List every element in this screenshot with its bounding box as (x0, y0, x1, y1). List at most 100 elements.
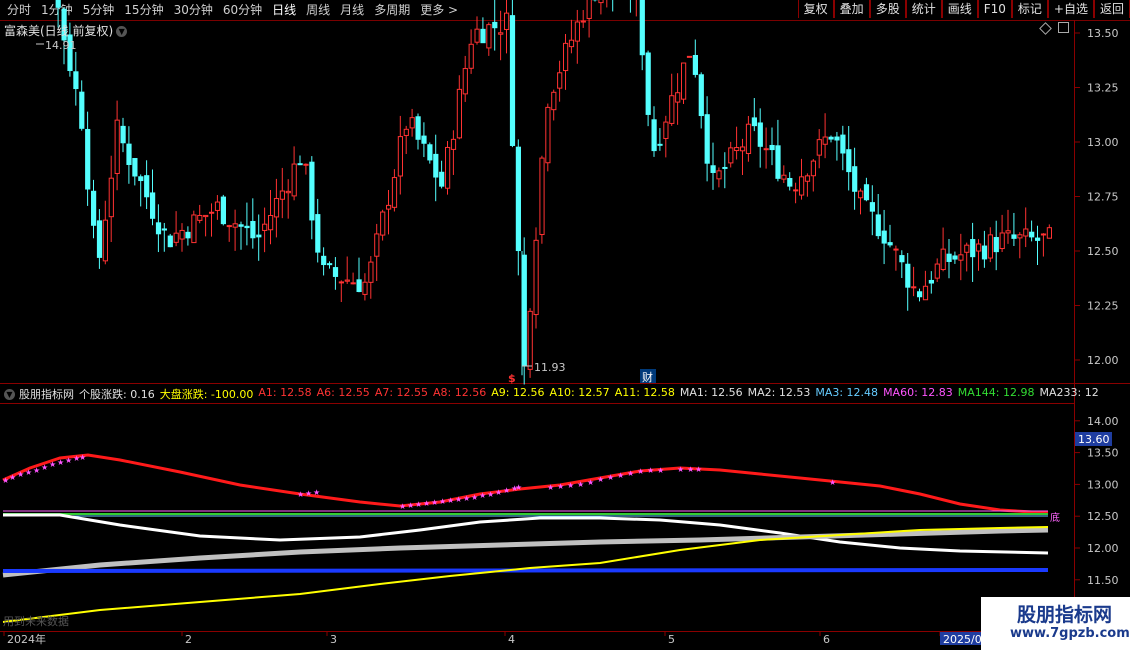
candle (716, 167, 722, 188)
star-marker: ★ (79, 453, 86, 462)
indicator-value-0: 个股涨跌: 0.16 (79, 388, 155, 401)
candle (934, 258, 940, 282)
star-marker: ★ (647, 466, 654, 475)
indicator-tick-4: 12.00 (1087, 542, 1119, 555)
star-marker: ★ (9, 473, 16, 482)
indicator-value-10: MA2: 12.53 (747, 386, 811, 399)
candle (946, 239, 952, 279)
date-tick-0: 2024年 (7, 632, 46, 646)
candle (120, 117, 126, 153)
candle (421, 122, 427, 158)
candle (539, 155, 545, 244)
indicator-value-7: A10: 12.57 (549, 386, 610, 399)
candle (386, 190, 392, 235)
chevron-down-icon[interactable]: ▼ (4, 388, 15, 400)
candle (144, 160, 150, 210)
bottom-note: 底 (1050, 511, 1060, 524)
star-marker: ★ (313, 488, 320, 497)
date-tick-3: 4 (508, 633, 515, 646)
indicator-tick-2: 13.00 (1087, 478, 1119, 491)
candle (976, 239, 982, 271)
candle (498, 10, 504, 61)
candle (568, 19, 575, 54)
candle (108, 155, 114, 243)
date-tick-4: 5 (668, 633, 675, 646)
indicator-name[interactable]: 股朋指标网 (19, 386, 74, 402)
candle (515, 139, 521, 276)
star-marker: ★ (487, 490, 494, 499)
candle (327, 261, 333, 269)
candle (338, 280, 344, 303)
star-marker: ★ (41, 463, 48, 472)
candle (639, 0, 645, 71)
indicator-tick-0: 14.00 (1087, 415, 1119, 428)
candle (905, 252, 911, 311)
candle (474, 16, 480, 45)
candle (161, 222, 168, 252)
candle (350, 272, 356, 285)
price-tick-10: 12.00 (1087, 354, 1119, 367)
candle (397, 115, 403, 195)
dividend-marker[interactable]: $ (508, 372, 516, 385)
candle (150, 169, 156, 226)
candle (297, 155, 303, 166)
candle (268, 190, 274, 245)
indicator-value-14: MA233: 12 (1039, 386, 1099, 399)
stock-name: 富森美(日线 前复权) (4, 24, 114, 38)
candle (840, 125, 846, 171)
candle (899, 250, 905, 278)
indicator-tick-5: 11.50 (1087, 574, 1119, 587)
star-marker: ★ (423, 499, 430, 508)
red-line (2, 453, 1049, 515)
candle (197, 204, 203, 224)
candle (203, 214, 209, 237)
chevron-down-icon[interactable]: ▼ (116, 26, 128, 37)
price-tick-9: 12.25 (1087, 300, 1119, 313)
candle (999, 214, 1005, 253)
candle (527, 308, 533, 378)
price-tick-4: 13.50 (1087, 27, 1119, 40)
star-marker: ★ (57, 458, 64, 467)
star-marker: ★ (431, 498, 438, 507)
candle (85, 111, 91, 206)
candle (987, 227, 993, 263)
candle (704, 96, 710, 182)
indicator-tick-3: 12.50 (1087, 510, 1119, 523)
price-tick-5: 13.25 (1087, 82, 1119, 95)
candle (315, 198, 321, 263)
star-marker: ★ (587, 478, 594, 487)
star-marker: ★ (657, 466, 664, 475)
indicator-value-8: A11: 12.58 (614, 386, 675, 399)
date-tick-2: 3 (330, 633, 337, 646)
chart-canvas[interactable]: 14.5014.2514.0013.7513.5013.2513.0012.75… (0, 0, 1130, 650)
finance-marker[interactable]: 财 (642, 370, 653, 384)
candle (79, 80, 85, 131)
star-marker: ★ (597, 475, 604, 484)
candle (799, 158, 805, 200)
candlestick-series (55, 0, 1053, 385)
candle (686, 55, 693, 58)
candle (238, 221, 244, 250)
candle (804, 173, 811, 197)
candle (1023, 207, 1029, 248)
candle (958, 233, 964, 281)
indicator-value-12: MA60: 12.83 (883, 386, 953, 399)
high-annotation: 14.91 (36, 39, 77, 52)
candle (456, 75, 462, 140)
candle (179, 223, 185, 252)
candle (91, 179, 97, 239)
candle (309, 156, 315, 240)
candle (675, 73, 681, 125)
indicator-tick-1: 13.50 (1087, 447, 1119, 460)
candle (793, 182, 799, 204)
candle (775, 119, 781, 182)
square-icon[interactable] (1058, 22, 1069, 33)
star-marker: ★ (617, 471, 624, 480)
candle (722, 152, 728, 189)
candle (209, 203, 215, 237)
candle (645, 50, 651, 127)
watermark-title: 股朋指标网 (1017, 604, 1113, 626)
star-marker: ★ (607, 473, 614, 482)
watermark-url: www.7gpzb.com (1010, 626, 1130, 641)
candle (751, 98, 757, 132)
